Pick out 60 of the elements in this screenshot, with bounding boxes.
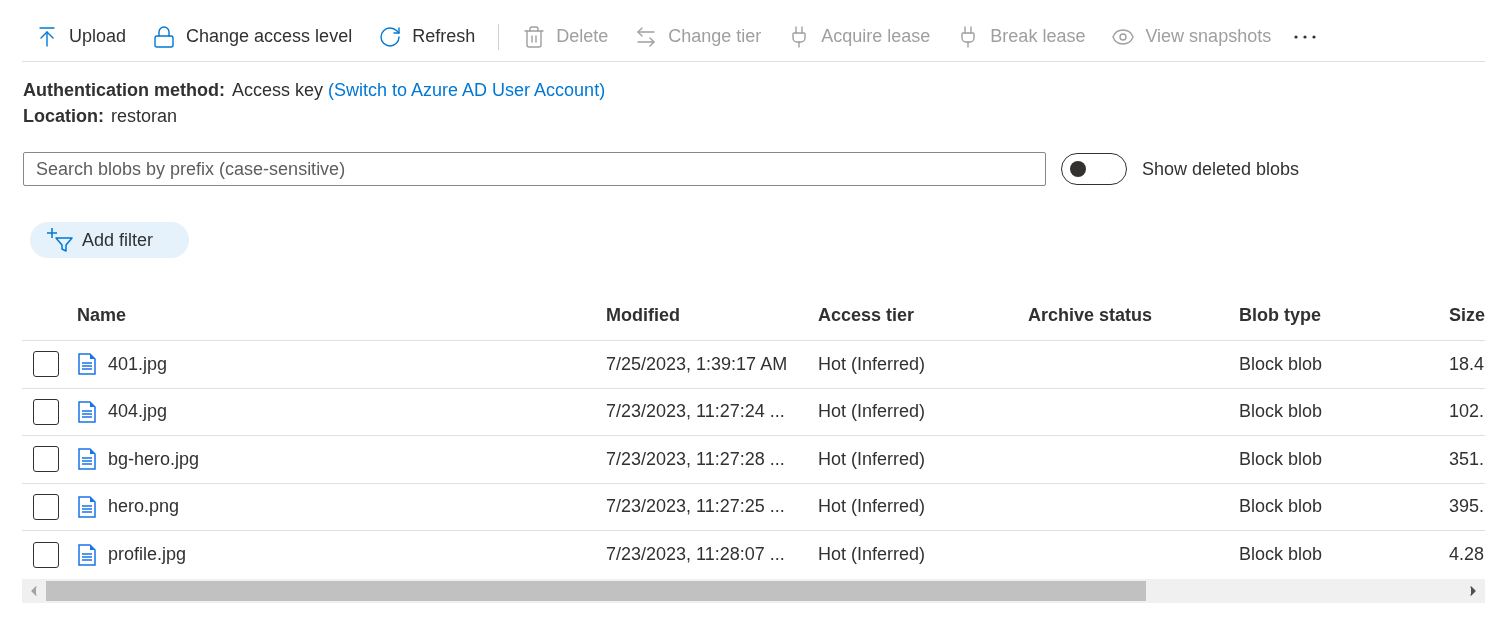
document-icon bbox=[77, 543, 97, 566]
access-tier-text: Hot (Inferred) bbox=[818, 352, 926, 376]
blob-type-text: Block blob bbox=[1239, 495, 1323, 519]
blob-size-text: 351. bbox=[1449, 447, 1485, 471]
more-icon bbox=[1294, 34, 1317, 39]
refresh-icon bbox=[378, 24, 403, 49]
document-icon bbox=[77, 400, 97, 423]
blob-size-text: 102. bbox=[1449, 400, 1485, 424]
document-icon bbox=[77, 353, 97, 376]
row-checkbox[interactable] bbox=[33, 493, 59, 520]
column-header[interactable]: Name bbox=[77, 305, 127, 325]
row-checkbox[interactable] bbox=[33, 351, 59, 378]
modified-date: 7/25/2023, 1:39:17 AM bbox=[606, 352, 788, 376]
horizontal-scrollbar[interactable] bbox=[22, 578, 1485, 603]
access-tier-text: Hot (Inferred) bbox=[818, 400, 926, 424]
column-header[interactable]: Size bbox=[1449, 305, 1485, 325]
info-label: Authentication method: bbox=[23, 79, 225, 101]
blob-size-text: 4.28 bbox=[1449, 543, 1485, 567]
modified-date: 7/23/2023, 11:27:28 ... bbox=[606, 447, 785, 471]
toolbar-button[interactable]: Change access level bbox=[139, 16, 366, 57]
search-field[interactable]: Search blobs by prefix (case-sensitive) bbox=[23, 152, 1046, 186]
toolbar-button[interactable]: Upload bbox=[22, 16, 140, 57]
blob-type-text: Block blob bbox=[1239, 352, 1323, 376]
file-name[interactable]: bg-hero.jpg bbox=[108, 445, 200, 473]
file-name[interactable]: 404.jpg bbox=[108, 398, 168, 426]
blob-size-text: 395. bbox=[1449, 495, 1485, 519]
lock-icon bbox=[152, 24, 177, 49]
file-name[interactable]: 401.jpg bbox=[108, 350, 168, 378]
access-tier-text: Hot (Inferred) bbox=[818, 543, 926, 567]
column-header[interactable]: Archive status bbox=[1028, 305, 1153, 325]
info-label: Location: bbox=[23, 105, 104, 127]
column-header[interactable]: Access tier bbox=[818, 305, 915, 325]
info-value: restoran bbox=[111, 105, 178, 127]
trash-icon bbox=[522, 24, 547, 49]
toggle-switch[interactable] bbox=[1061, 153, 1127, 185]
row-checkbox[interactable] bbox=[33, 541, 59, 568]
modified-date: 7/23/2023, 11:27:25 ... bbox=[606, 495, 785, 519]
modified-date: 7/23/2023, 11:28:07 ... bbox=[606, 543, 785, 567]
row-checkbox[interactable] bbox=[33, 398, 59, 425]
blob-type-text: Block blob bbox=[1239, 447, 1323, 471]
document-icon bbox=[77, 495, 97, 518]
row-checkbox[interactable] bbox=[33, 446, 59, 473]
add-filter-button[interactable]: Add filter bbox=[30, 222, 189, 258]
column-header[interactable]: Blob type bbox=[1239, 305, 1321, 325]
scrollbar-thumb[interactable] bbox=[46, 580, 1146, 601]
toggle-label: Show deleted blobs bbox=[1142, 157, 1300, 181]
file-name[interactable]: hero.png bbox=[108, 493, 180, 521]
column-header[interactable]: Modified bbox=[606, 305, 680, 325]
access-tier-text: Hot (Inferred) bbox=[818, 447, 926, 471]
file-name[interactable]: profile.jpg bbox=[108, 541, 187, 569]
switch-account-link[interactable]: (Switch to Azure AD User Account) bbox=[328, 79, 606, 101]
blob-type-text: Block blob bbox=[1239, 400, 1323, 424]
toolbar-button[interactable]: Refresh bbox=[365, 16, 489, 57]
modified-date: 7/23/2023, 11:27:24 ... bbox=[606, 400, 785, 424]
info-value: Access key bbox=[232, 79, 323, 101]
blob-type-text: Block blob bbox=[1239, 543, 1323, 567]
access-tier-text: Hot (Inferred) bbox=[818, 495, 926, 519]
document-icon bbox=[77, 448, 97, 471]
add-filter-icon bbox=[46, 227, 76, 253]
blob-size-text: 18.4 bbox=[1449, 352, 1485, 376]
